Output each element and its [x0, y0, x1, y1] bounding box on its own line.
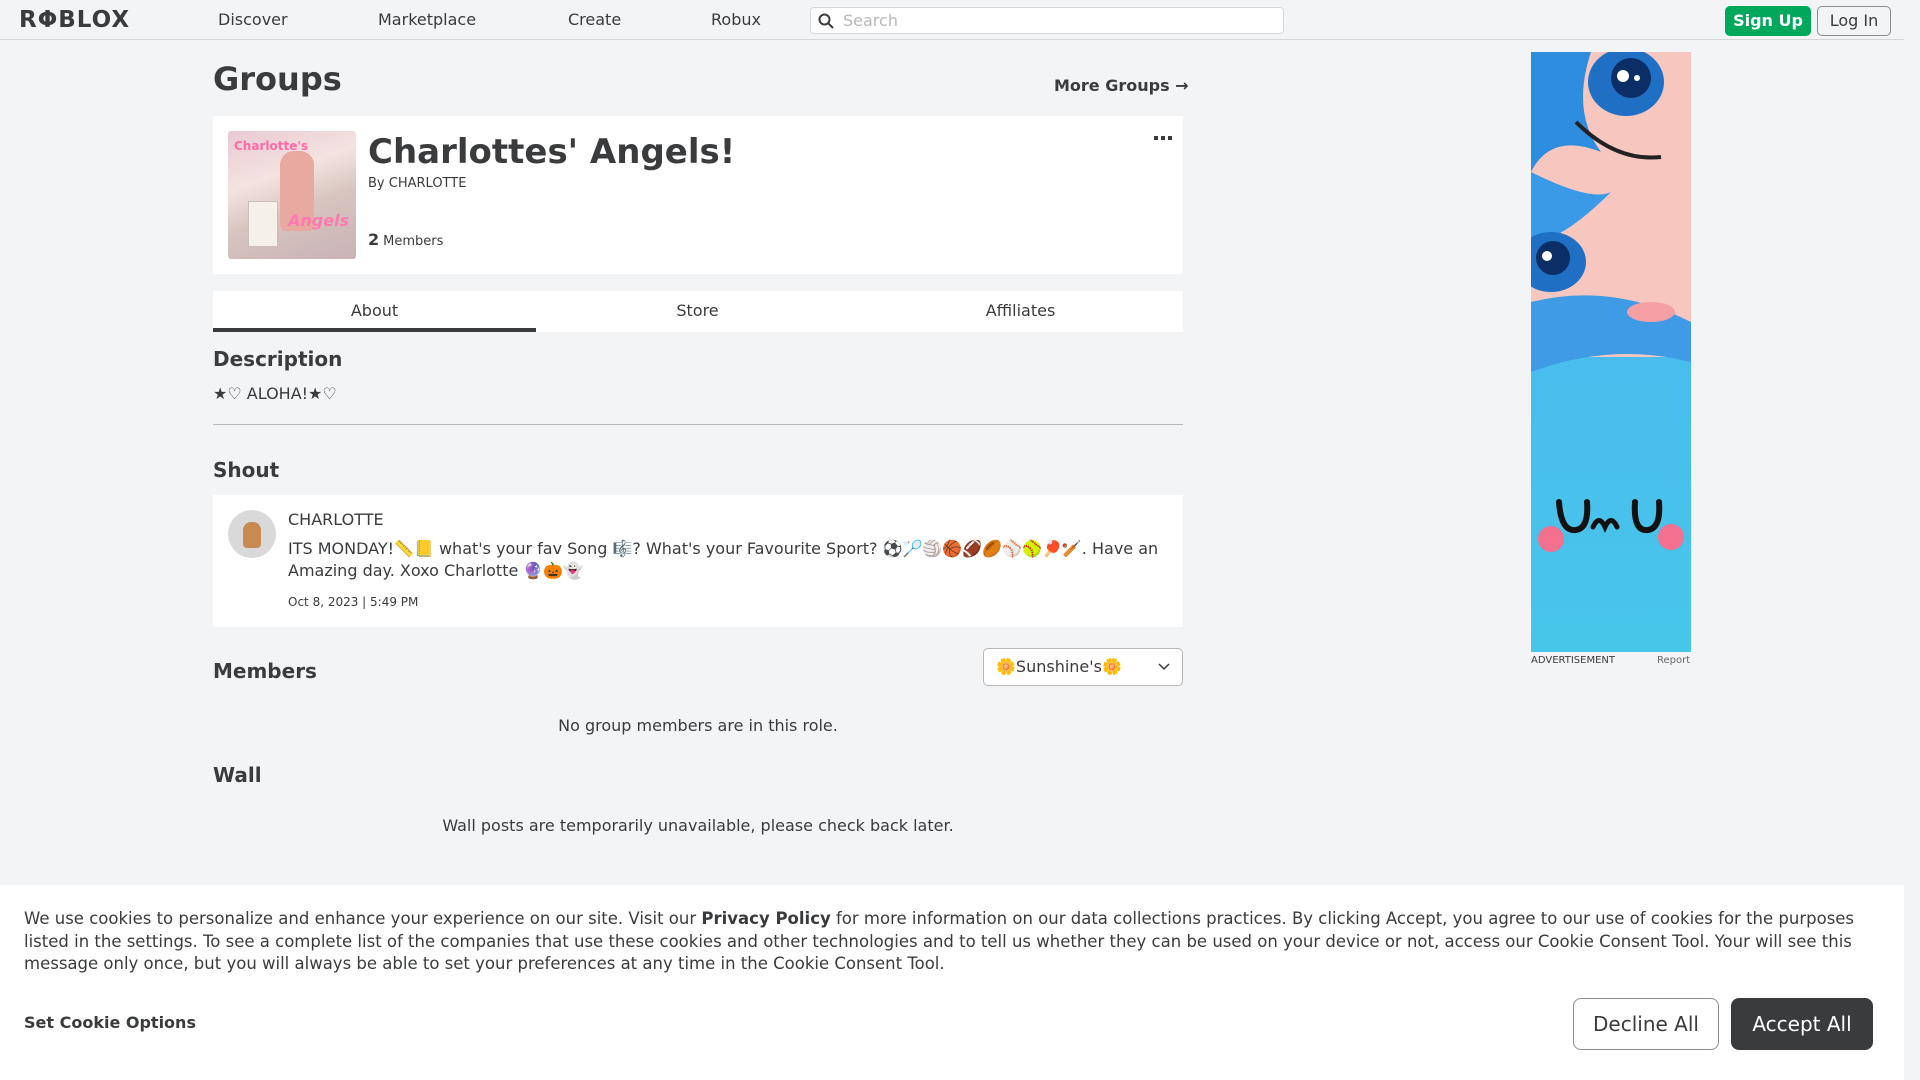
advertisement-banner[interactable] — [1531, 52, 1691, 652]
wall-heading: Wall — [213, 763, 262, 787]
tab-store[interactable]: Store — [536, 291, 859, 332]
shout-text: ITS MONDAY!📏📒 what's your fav Song 🎼? Wh… — [288, 539, 1159, 580]
more-options-button[interactable] — [1153, 128, 1173, 140]
emblem-text-top: Charlotte's — [234, 139, 309, 153]
sign-up-button[interactable]: Sign Up — [1725, 6, 1811, 36]
group-name: Charlottes' Angels! — [368, 132, 736, 172]
group-by-prefix: By — [368, 176, 385, 191]
group-owner-link[interactable]: CHARLOTTE — [389, 176, 467, 191]
cookie-consent-banner: We use cookies to personalize and enhanc… — [0, 885, 1904, 1080]
avatar[interactable] — [228, 510, 276, 558]
more-groups-link[interactable]: More Groups → — [1054, 76, 1189, 95]
group-member-count: 2 Members — [368, 230, 443, 249]
avatar-figure — [243, 522, 261, 548]
search-input[interactable] — [843, 8, 1273, 33]
member-count-label: Members — [383, 234, 444, 249]
nav-robux[interactable]: Robux — [711, 0, 761, 40]
log-in-button[interactable]: Log In — [1817, 6, 1891, 36]
group-tabs: About Store Affiliates — [213, 291, 1183, 332]
set-cookie-options-link[interactable]: Set Cookie Options — [24, 1013, 196, 1032]
page-title: Groups — [213, 60, 342, 98]
advertisement-label: ADVERTISEMENT — [1531, 655, 1616, 666]
members-empty-message: No group members are in this role. — [558, 716, 838, 735]
ad-report-link[interactable]: Report — [1657, 655, 1690, 666]
nav-create[interactable]: Create — [568, 0, 621, 40]
shout-heading: Shout — [213, 458, 280, 482]
cookie-text: We use cookies to personalize and enhanc… — [24, 908, 1890, 976]
emblem-text-bottom: Angels — [288, 211, 350, 230]
shout-card: CHARLOTTE ITS MONDAY!📏📒 what's your fav … — [213, 495, 1183, 627]
divider — [213, 424, 1183, 425]
tab-about[interactable]: About — [213, 291, 536, 332]
description-heading: Description — [213, 347, 343, 371]
nav-marketplace[interactable]: Marketplace — [378, 0, 476, 40]
emblem-box — [248, 201, 278, 247]
chevron-down-icon — [1158, 663, 1170, 671]
roblox-logo[interactable]: RΦBLOX — [19, 8, 130, 32]
member-count-value: 2 — [368, 230, 380, 249]
description-text: ★♡ ALOHA!★♡ — [213, 384, 337, 403]
search-box — [810, 7, 1284, 34]
role-dropdown[interactable]: 🌼Sunshine's🌼 — [983, 648, 1183, 686]
ellipsis-icon — [1154, 136, 1172, 140]
members-heading: Members — [213, 659, 317, 683]
nav-discover[interactable]: Discover — [218, 0, 288, 40]
top-navigation: RΦBLOX Discover Marketplace Create Robux… — [0, 0, 1920, 40]
wall-empty-message: Wall posts are temporarily unavailable, … — [442, 816, 954, 835]
search-icon — [818, 13, 834, 29]
group-emblem-image: Charlotte's Angels — [228, 131, 356, 259]
privacy-policy-link[interactable]: Privacy Policy — [701, 909, 830, 928]
group-owner-line: By CHARLOTTE — [368, 176, 466, 191]
shout-date: Oct 8, 2023 | 5:49 PM — [288, 595, 419, 609]
page-scrollbar[interactable] — [1904, 0, 1920, 1080]
cookie-text-before: We use cookies to personalize and enhanc… — [24, 909, 702, 928]
role-dropdown-value: 🌼Sunshine's🌼 — [996, 657, 1122, 676]
tab-affiliates[interactable]: Affiliates — [859, 291, 1182, 332]
accept-all-button[interactable]: Accept All — [1731, 998, 1873, 1050]
group-header-card: Charlotte's Angels Charlottes' Angels! B… — [213, 116, 1183, 274]
decline-all-button[interactable]: Decline All — [1573, 998, 1719, 1050]
shout-author[interactable]: CHARLOTTE — [288, 510, 384, 529]
ad-artwork — [1531, 52, 1691, 652]
